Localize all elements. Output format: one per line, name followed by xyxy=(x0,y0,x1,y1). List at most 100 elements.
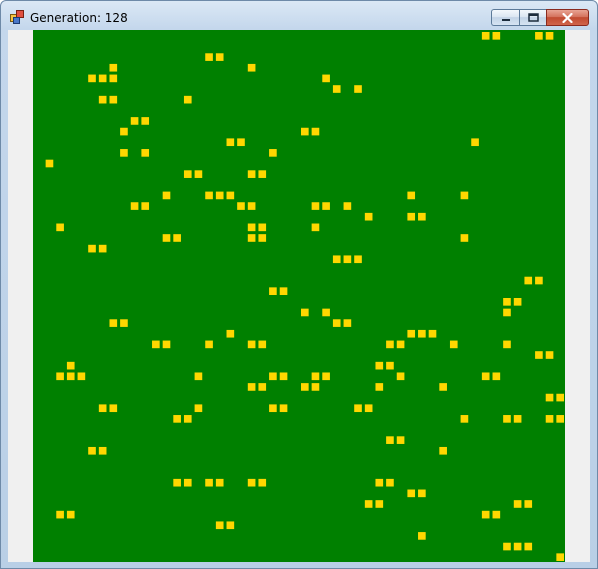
live-cell xyxy=(98,244,107,253)
live-cell xyxy=(513,415,522,423)
live-cell xyxy=(183,478,192,487)
main-window: Generation: 128 xyxy=(0,0,598,569)
live-cell xyxy=(269,149,277,157)
title-bar[interactable]: Generation: 128 xyxy=(1,1,597,29)
live-cell xyxy=(205,340,213,349)
live-cell xyxy=(322,308,330,317)
live-cell xyxy=(503,308,511,317)
live-cell xyxy=(98,74,107,83)
live-cell xyxy=(418,489,426,498)
live-cell xyxy=(545,32,554,40)
live-cell xyxy=(311,383,320,391)
live-cell xyxy=(375,478,384,487)
live-cell xyxy=(279,372,288,381)
live-cell xyxy=(258,223,267,232)
live-cell xyxy=(269,287,277,295)
live-cell xyxy=(449,340,458,349)
minimize-icon xyxy=(501,18,510,21)
live-cell xyxy=(226,521,235,530)
live-cell xyxy=(386,478,394,487)
live-cell xyxy=(492,32,501,40)
live-cell xyxy=(556,553,564,561)
live-cell xyxy=(343,255,352,264)
live-cell xyxy=(120,319,128,327)
live-cell xyxy=(120,149,128,157)
live-cell xyxy=(237,138,245,147)
live-cell xyxy=(535,351,543,359)
maximize-button[interactable] xyxy=(519,9,546,26)
live-cell xyxy=(152,340,160,349)
minimize-button[interactable] xyxy=(491,9,519,26)
live-cell xyxy=(56,223,64,232)
live-cell xyxy=(247,170,256,178)
close-icon xyxy=(562,12,573,23)
live-cell xyxy=(98,404,107,413)
window-title: Generation: 128 xyxy=(30,11,128,25)
live-cell xyxy=(247,223,256,232)
live-cell xyxy=(311,127,320,136)
live-cell xyxy=(322,372,330,381)
live-cell xyxy=(481,32,490,40)
app-icon xyxy=(10,10,24,24)
live-cell xyxy=(226,191,235,200)
live-cell xyxy=(98,446,107,455)
client-area xyxy=(8,30,590,562)
live-cell xyxy=(503,415,511,423)
live-cell xyxy=(120,127,128,136)
live-cell xyxy=(354,404,362,413)
live-cell xyxy=(301,308,309,317)
live-cell xyxy=(332,255,341,264)
live-cell xyxy=(301,383,309,391)
live-cell xyxy=(556,415,564,423)
live-cell xyxy=(343,202,352,210)
live-cell xyxy=(524,542,533,551)
caption-buttons xyxy=(491,9,589,27)
live-cell xyxy=(503,542,511,551)
live-cell xyxy=(481,510,490,519)
live-cell xyxy=(396,436,405,444)
live-cell xyxy=(407,191,416,200)
live-cell xyxy=(364,500,373,508)
live-cell xyxy=(162,191,171,200)
live-cell xyxy=(418,212,426,221)
live-cell xyxy=(141,117,150,125)
live-cell xyxy=(439,383,447,391)
close-button[interactable] xyxy=(546,9,589,26)
live-cell xyxy=(215,478,224,487)
live-cell xyxy=(66,361,75,370)
live-cell xyxy=(66,372,75,381)
live-cell xyxy=(237,202,245,210)
live-cell xyxy=(247,234,256,242)
live-cell xyxy=(513,500,522,508)
live-cell xyxy=(77,372,86,381)
live-cell xyxy=(141,149,150,157)
live-cell xyxy=(386,361,394,370)
live-cell xyxy=(535,32,543,40)
live-cell xyxy=(545,393,554,402)
live-cell xyxy=(162,340,171,349)
live-cell xyxy=(66,510,75,519)
live-cell xyxy=(545,415,554,423)
live-cell xyxy=(322,202,330,210)
live-cell xyxy=(375,361,384,370)
live-cell xyxy=(545,351,554,359)
live-cell xyxy=(439,446,447,455)
live-cell xyxy=(215,191,224,200)
live-cell xyxy=(492,372,501,381)
live-cell xyxy=(311,202,320,210)
live-cell xyxy=(269,404,277,413)
live-cell xyxy=(460,191,469,200)
life-board[interactable] xyxy=(33,30,565,562)
live-cell xyxy=(460,415,469,423)
live-cell xyxy=(503,298,511,306)
live-cell xyxy=(428,329,437,338)
live-cell xyxy=(407,489,416,498)
live-cell xyxy=(173,478,181,487)
live-cell xyxy=(226,329,235,338)
live-cell xyxy=(183,415,192,423)
board-background xyxy=(33,30,565,562)
live-cell xyxy=(109,63,118,72)
live-cell xyxy=(418,532,426,540)
live-cell xyxy=(396,372,405,381)
live-cell xyxy=(492,510,501,519)
